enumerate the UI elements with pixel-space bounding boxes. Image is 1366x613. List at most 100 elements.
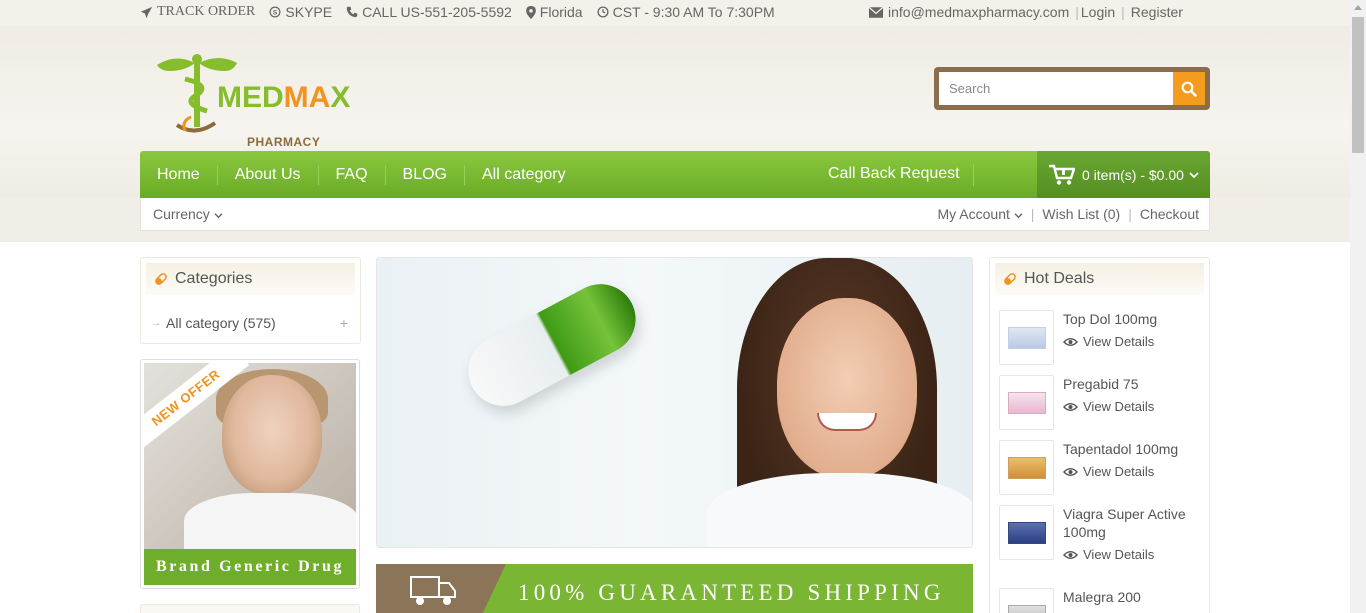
promo-caption: Brand Generic Drug: [144, 549, 356, 585]
promo-figure: [184, 493, 356, 553]
hero-figure: [707, 473, 972, 547]
promo-banner[interactable]: NEW OFFER Brand Generic Drug: [140, 359, 360, 589]
hours-label: CST - 9:30 AM To 7:30PM: [612, 4, 775, 20]
brand-wordmark: MEDMAX: [217, 81, 350, 115]
deal-item: Viagra Super Active 100mg View Details: [999, 505, 1203, 562]
hero-figure: [817, 413, 877, 431]
hot-deals-header: Hot Deals: [995, 263, 1204, 295]
deal-info: Pregabid 75 View Details: [1063, 375, 1203, 430]
hot-deals-title: Hot Deals: [1024, 270, 1095, 287]
nav-blog[interactable]: BLOG: [386, 164, 465, 185]
search-input[interactable]: [939, 72, 1173, 105]
product-name[interactable]: Viagra Super Active 100mg: [1063, 505, 1203, 541]
deal-item: Pregabid 75 View Details: [999, 375, 1203, 430]
brand-part: MED: [217, 81, 284, 114]
deal-item: Tapentadol 100mg View Details: [999, 440, 1203, 495]
currency-dropdown[interactable]: Currency: [153, 206, 223, 222]
checkout-link[interactable]: Checkout: [1140, 206, 1199, 222]
main-nav: Home About Us FAQ BLOG All category Call…: [140, 151, 1210, 198]
product-pack: [1008, 392, 1046, 414]
track-order-link[interactable]: TRACK ORDER: [140, 4, 255, 20]
deal-info: Top Dol 100mg View Details: [1063, 310, 1203, 365]
product-thumbnail[interactable]: [999, 588, 1054, 613]
site-logo[interactable]: MEDMAX PHARMACY: [155, 51, 365, 149]
map-marker-icon: [525, 5, 536, 19]
register-link[interactable]: Register: [1131, 4, 1183, 20]
product-pack: [1008, 522, 1046, 544]
divider: |: [1030, 206, 1035, 222]
nav-all-category[interactable]: All category: [465, 165, 583, 185]
view-details-link[interactable]: View Details: [1063, 334, 1203, 349]
product-thumbnail[interactable]: [999, 505, 1054, 560]
product-pack: [1008, 605, 1046, 613]
top-bar-left: TRACK ORDER S SKYPE CALL US-551-205-5592…: [140, 4, 775, 20]
category-item[interactable]: → All category (575) +: [151, 315, 348, 331]
wishlist-link[interactable]: Wish List (0): [1042, 206, 1120, 222]
product-thumbnail[interactable]: [999, 375, 1054, 430]
search-box: [934, 67, 1210, 110]
deal-item: Top Dol 100mg View Details: [999, 310, 1203, 365]
call-label: CALL US-551-205-5592: [362, 4, 512, 20]
product-name[interactable]: Tapentadol 100mg: [1063, 440, 1203, 458]
envelope-icon: [869, 6, 883, 18]
brand-part: X: [330, 81, 351, 114]
product-thumbnail[interactable]: [999, 310, 1054, 365]
nav-about-us[interactable]: About Us: [218, 164, 319, 185]
cart-button[interactable]: 0 item(s) - $0.00: [1037, 151, 1210, 198]
divider: |: [1075, 4, 1079, 20]
top-bar: TRACK ORDER S SKYPE CALL US-551-205-5592…: [0, 0, 1350, 26]
view-details-link[interactable]: View Details: [1063, 399, 1203, 414]
view-details-label: View Details: [1083, 464, 1155, 479]
scroll-up-arrow[interactable]: [1354, 5, 1362, 10]
capsule-image: [456, 271, 648, 419]
divider: |: [1121, 4, 1125, 20]
categories-box: Categories → All category (575) +: [140, 257, 361, 344]
product-name[interactable]: Top Dol 100mg: [1063, 310, 1203, 328]
chevron-down-icon: [1189, 171, 1199, 178]
view-details-link[interactable]: View Details: [1063, 464, 1203, 479]
page-scrollbar[interactable]: [1350, 0, 1366, 613]
promo-figure: [222, 375, 322, 495]
my-account-dropdown[interactable]: My Account: [938, 206, 1023, 222]
brand-subtitle: PHARMACY: [247, 135, 321, 149]
categories-header: Categories: [146, 263, 355, 295]
hero-figure: [777, 298, 917, 478]
plane-icon: [140, 6, 153, 18]
deal-item: Malegra 200: [999, 588, 1203, 613]
sub-bar: Currency My Account | Wish List (0) | Ch…: [140, 198, 1210, 231]
brand-part: MA: [283, 81, 331, 114]
expand-icon[interactable]: +: [340, 315, 348, 331]
call-back-request-link[interactable]: Call Back Request: [828, 165, 960, 183]
chevron-down-icon: [1014, 213, 1023, 219]
arrow-icon: →: [151, 317, 161, 329]
nav-links: Home About Us FAQ BLOG All category: [140, 151, 583, 198]
product-pack: [1008, 457, 1046, 479]
pill-icon: [1004, 273, 1016, 285]
sidebar-box: [140, 604, 360, 613]
chevron-down-icon: [214, 213, 223, 219]
skype-icon: S: [269, 6, 281, 18]
nav-faq[interactable]: FAQ: [319, 164, 386, 185]
search-button[interactable]: [1173, 72, 1205, 105]
cart-icon: [1049, 164, 1075, 185]
clock-icon: [597, 6, 609, 18]
pill-icon: [155, 273, 167, 285]
hero-banner[interactable]: [376, 257, 973, 548]
view-details-link[interactable]: View Details: [1063, 547, 1203, 562]
shipping-banner: 100% GUARANTEED SHIPPING: [376, 564, 973, 613]
product-name[interactable]: Malegra 200: [1063, 588, 1203, 606]
view-details-label: View Details: [1083, 334, 1155, 349]
product-thumbnail[interactable]: [999, 440, 1054, 495]
divider: [973, 164, 974, 186]
skype-link[interactable]: S SKYPE: [269, 4, 332, 20]
nav-home[interactable]: Home: [140, 164, 218, 185]
product-name[interactable]: Pregabid 75: [1063, 375, 1203, 393]
scrollbar-thumb[interactable]: [1352, 17, 1364, 153]
view-details-label: View Details: [1083, 547, 1155, 562]
email-link[interactable]: info@medmaxpharmacy.com: [888, 4, 1069, 20]
hours-info: CST - 9:30 AM To 7:30PM: [597, 4, 775, 20]
eye-icon: [1063, 402, 1078, 411]
truck-panel: [376, 564, 506, 613]
login-link[interactable]: Login: [1081, 4, 1115, 20]
shipping-text: 100% GUARANTEED SHIPPING: [518, 580, 945, 605]
